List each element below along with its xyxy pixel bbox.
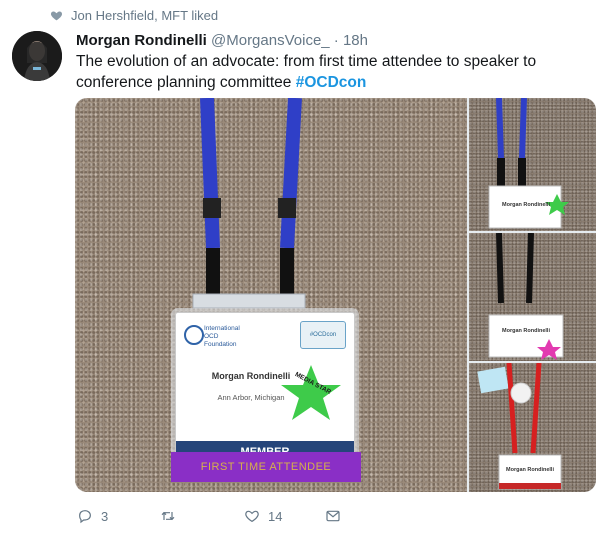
iocdf-logo-icon xyxy=(184,325,204,345)
photo-2[interactable]: Morgan Rondinelli xyxy=(469,98,596,231)
hashtag-link[interactable]: #OCDcon xyxy=(296,74,367,91)
author-name[interactable]: Morgan Rondinelli xyxy=(76,32,207,49)
badge-org-line2: OCD xyxy=(204,333,219,340)
photo-2-graphic xyxy=(488,98,569,229)
photo-main[interactable]: International OCD Foundation #OCDcon Mor… xyxy=(75,98,467,492)
like-count: 14 xyxy=(268,508,283,524)
reply-action[interactable]: 3 xyxy=(77,505,108,527)
badge-event: #OCDcon xyxy=(300,321,346,349)
avatar[interactable] xyxy=(12,31,62,81)
tweet-header: Morgan Rondinelli @MorgansVoice_ · 18h xyxy=(76,31,368,51)
star-sticker-icon xyxy=(281,365,341,420)
photo-4-badge-name: Morgan Rondinelli xyxy=(506,467,554,473)
reply-count: 3 xyxy=(101,508,109,524)
photo-2-badge-name: Morgan Rondinelli xyxy=(502,202,550,208)
photo-4[interactable]: Morgan Rondinelli xyxy=(469,363,596,492)
separator-dot: · xyxy=(333,32,339,49)
social-context[interactable]: Jon Hershfield, MFT liked xyxy=(50,6,218,24)
social-context-text: Jon Hershfield, MFT liked xyxy=(71,7,219,23)
envelope-icon xyxy=(326,510,340,522)
reply-icon xyxy=(79,510,91,524)
photo-3[interactable]: Morgan Rondinelli xyxy=(469,233,596,361)
tweet-text: The evolution of an advocate: from first… xyxy=(76,51,596,93)
photo-3-graphic xyxy=(488,233,564,360)
retweet-icon xyxy=(161,511,175,521)
badge-org-line3: Foundation xyxy=(204,341,237,348)
author-handle[interactable]: @MorgansVoice_ xyxy=(211,32,330,49)
avatar-image xyxy=(12,31,62,81)
message-action[interactable] xyxy=(325,505,341,527)
badge-org-line1: International xyxy=(204,325,240,332)
media-grid: International OCD Foundation #OCDcon Mor… xyxy=(75,98,596,492)
like-action[interactable]: 14 xyxy=(244,505,282,527)
like-heart-icon xyxy=(245,510,259,523)
badge-org: International OCD Foundation xyxy=(204,325,240,349)
retweet-action[interactable] xyxy=(160,505,184,527)
heart-icon xyxy=(50,10,63,20)
photo-3-badge-name: Morgan Rondinelli xyxy=(502,328,550,334)
ribbon: FIRST TIME ATTENDEE xyxy=(171,452,361,482)
tweet-time[interactable]: 18h xyxy=(343,32,368,49)
